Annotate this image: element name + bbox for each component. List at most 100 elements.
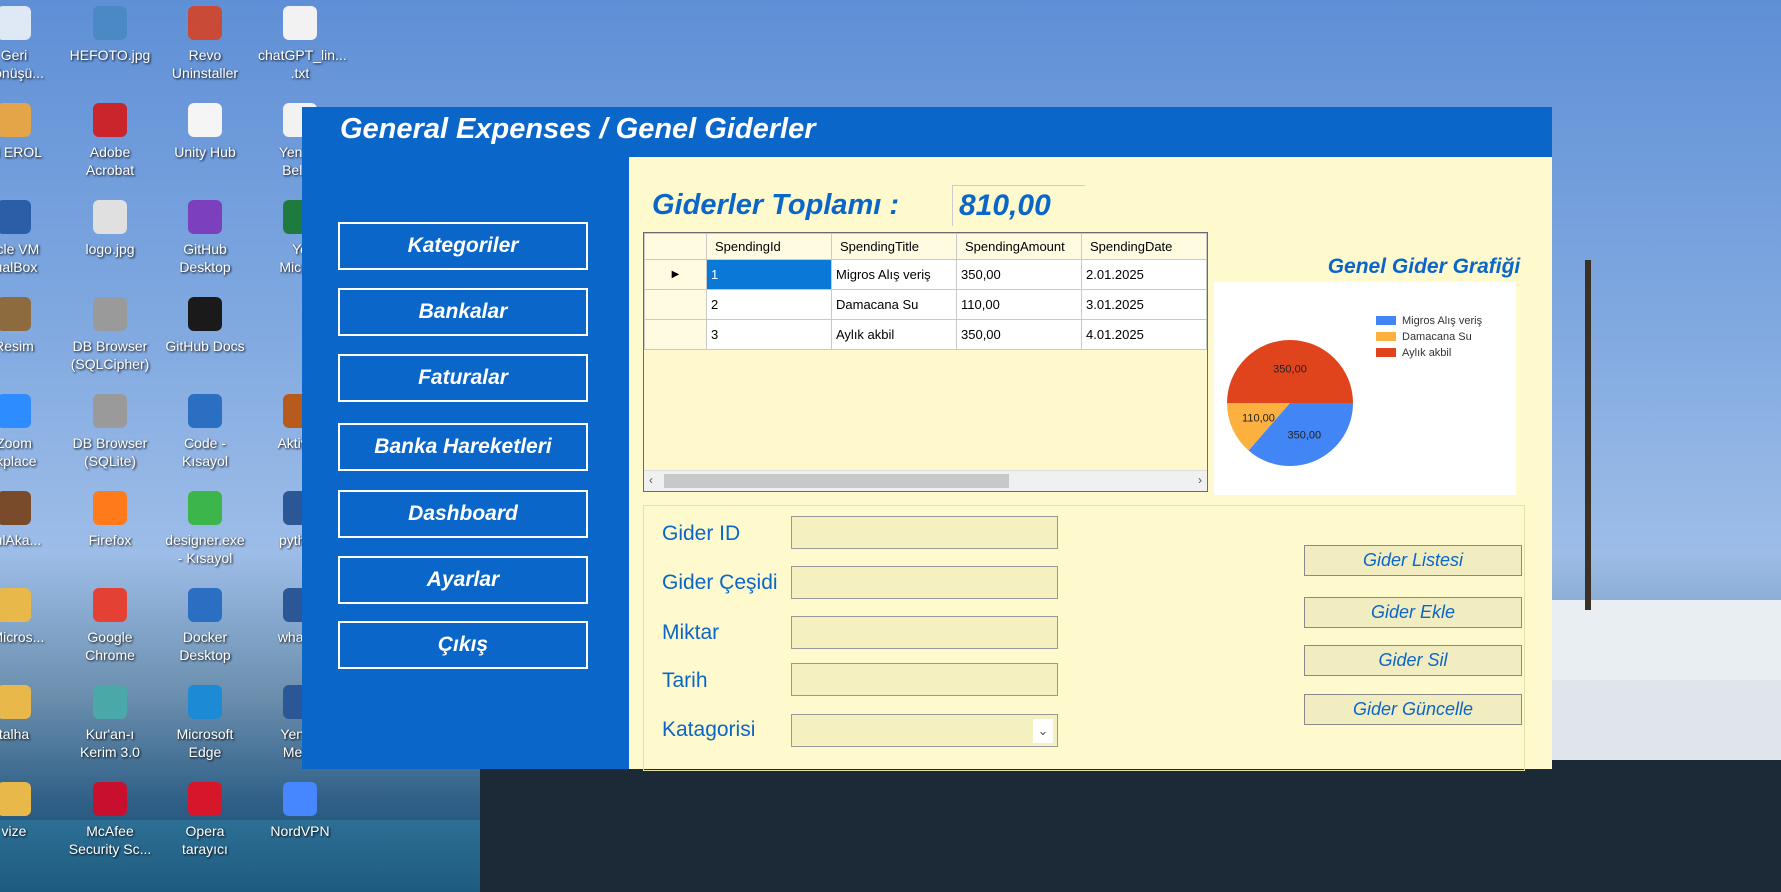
table-row[interactable]: 3 Aylık akbil 350,00 4.01.2025 — [644, 319, 1207, 350]
table-cell[interactable]: 2 — [706, 289, 832, 320]
scroll-right-icon[interactable]: › — [1198, 473, 1202, 487]
table-row[interactable]: ▶ 1 Migros Alış veriş 350,00 2.01.2025 — [644, 259, 1207, 290]
table-cell[interactable]: 2.01.2025 — [1081, 259, 1207, 290]
desktop-icon[interactable]: nMicros... — [0, 584, 56, 646]
desktop-icon-label: GitHub Docs — [165, 338, 245, 354]
desktop-icon[interactable]: HEFOTO.jpg — [68, 2, 152, 64]
table-cell[interactable]: 3.01.2025 — [1081, 289, 1207, 320]
desktop-icon[interactable]: Docker Desktop — [163, 584, 247, 664]
gider-cesidi-input[interactable] — [791, 566, 1058, 599]
sidebar-item-banka-hareketleri[interactable]: Banka Hareketleri — [338, 423, 588, 471]
desktop-icon[interactable]: bulAka... — [0, 487, 56, 549]
sidebar-item-bankalar[interactable]: Bankalar — [338, 288, 588, 336]
row-header[interactable] — [644, 289, 707, 320]
pie-chart-svg: 350,00 110,00 350,00 Migros Alış veriş Damac… — [1227, 315, 1483, 466]
desktop-icon[interactable]: Revo Uninstaller — [163, 2, 247, 82]
desktop-icon-label: Revo Uninstaller — [171, 47, 239, 81]
desktop-icon[interactable]: GitHub Desktop — [163, 196, 247, 276]
row-header[interactable] — [644, 319, 707, 350]
desktop-icon-label: Opera tarayıcı — [182, 823, 228, 857]
desktop-icon-label: acle VM tualBox — [0, 241, 40, 275]
desktop-icon[interactable]: GitHub Docs — [163, 293, 247, 355]
table-cell[interactable]: Damacana Su — [831, 289, 957, 320]
expense-form: Gider ID Gider Çeşidi Miktar Tarih Katag… — [643, 505, 1525, 771]
scrollbar-thumb[interactable] — [664, 474, 1009, 488]
gider-id-label: Gider ID — [662, 522, 741, 545]
desktop-icon[interactable]: Zoom rkplace — [0, 390, 56, 470]
desktop-icon-label: Google Chrome — [85, 629, 135, 663]
desktop-icon-label: bulAka... — [0, 532, 42, 548]
table-cell[interactable]: 1 — [706, 259, 832, 290]
desktop-icon[interactable]: Google Chrome — [68, 584, 152, 664]
desktop-icon[interactable]: Resim — [0, 293, 56, 355]
desktop-icon[interactable]: vize — [0, 778, 56, 840]
desktop-icon-label: Zoom rkplace — [0, 435, 37, 469]
row-indicator[interactable]: ▶ — [644, 259, 707, 290]
desktop-icon[interactable]: Unity Hub — [163, 99, 247, 161]
app-icon — [188, 491, 222, 525]
table-cell[interactable]: 350,00 — [956, 259, 1082, 290]
tarih-input[interactable] — [791, 663, 1058, 696]
desktop-icon[interactable]: McAfee Security Sc... — [68, 778, 152, 858]
gider-listesi-button[interactable]: Gider Listesi — [1304, 545, 1522, 576]
katagorisi-select[interactable]: ⌄ — [791, 714, 1058, 747]
gider-guncelle-button[interactable]: Gider Güncelle — [1304, 694, 1522, 725]
table-cell[interactable]: 350,00 — [956, 319, 1082, 350]
window-title: General Expenses / Genel Giderler — [340, 113, 816, 145]
desktop-icon[interactable]: talha — [0, 681, 56, 743]
desktop-icon[interactable]: Microsoft Edge — [163, 681, 247, 761]
desktop-icon-label: Adobe Acrobat — [85, 144, 135, 178]
desktop-icon-label: logo.jpg — [85, 241, 135, 257]
sidebar-item-kategoriler[interactable]: Kategoriler — [338, 222, 588, 270]
app-icon — [283, 782, 317, 816]
desktop-icon-label: HEFOTO.jpg — [69, 47, 151, 63]
sidebar-item-dashboard[interactable]: Dashboard — [338, 490, 588, 538]
table-cell[interactable]: Migros Alış veriş — [831, 259, 957, 290]
pie-slice-label: 350,00 — [1288, 430, 1322, 442]
sidebar-item-faturalar[interactable]: Faturalar — [338, 354, 588, 402]
desktop-icon[interactable]: acle VM tualBox — [0, 196, 56, 276]
desktop-icon[interactable]: designer.exe - Kısayol — [163, 487, 247, 567]
desktop-icon[interactable]: logo.jpg — [68, 196, 152, 258]
katagorisi-label: Katagorisi — [662, 718, 756, 741]
app-icon — [0, 103, 31, 137]
desktop-icon[interactable]: Kur'an-ı Kerim 3.0 — [68, 681, 152, 761]
desktop-icon[interactable]: Opera tarayıcı — [163, 778, 247, 858]
app-icon — [0, 782, 31, 816]
scroll-left-icon[interactable]: ‹ — [649, 473, 653, 487]
column-header-spending-id[interactable]: SpendingId — [706, 233, 832, 260]
sidebar-item-ayarlar[interactable]: Ayarlar — [338, 556, 588, 604]
desktop-icon[interactable]: NordVPN — [258, 778, 342, 840]
column-header-spending-date[interactable]: SpendingDate — [1081, 233, 1207, 260]
desktop-icon-label: Kur'an-ı Kerim 3.0 — [80, 726, 140, 760]
desktop-icon-label: Microsoft Edge — [176, 726, 234, 760]
desktop-icon[interactable]: Firefox — [68, 487, 152, 549]
desktop-icon-label: talha — [0, 726, 30, 742]
desktop-icon[interactable]: Code - Kısayol — [163, 390, 247, 470]
grid-corner — [644, 233, 707, 260]
gider-id-input[interactable] — [791, 516, 1058, 549]
chevron-down-icon[interactable]: ⌄ — [1033, 719, 1053, 743]
horizontal-scrollbar[interactable]: ‹ › — [644, 470, 1207, 491]
gider-sil-button[interactable]: Gider Sil — [1304, 645, 1522, 676]
desktop-icon[interactable]: chatGPT_lin... .txt — [258, 2, 347, 82]
gider-ekle-button[interactable]: Gider Ekle — [1304, 597, 1522, 628]
app-icon — [93, 6, 127, 40]
table-cell[interactable]: 3 — [706, 319, 832, 350]
app-icon — [93, 588, 127, 622]
app-icon — [0, 297, 31, 331]
desktop-icon[interactable]: DB Browser (SQLite) — [68, 390, 152, 470]
sidebar-item-cikis[interactable]: Çıkış — [338, 621, 588, 669]
desktop-icon[interactable]: DB Browser (SQLCipher) — [68, 293, 152, 373]
desktop-icon[interactable]: Geri Dönüşü... — [0, 2, 56, 82]
expenses-grid[interactable]: SpendingId SpendingTitle SpendingAmount … — [643, 232, 1208, 492]
table-cell[interactable]: Aylık akbil — [831, 319, 957, 350]
miktar-input[interactable] — [791, 616, 1058, 649]
column-header-spending-title[interactable]: SpendingTitle — [831, 233, 957, 260]
desktop-icon[interactable]: Adobe Acrobat — [68, 99, 152, 179]
table-row[interactable]: 2 Damacana Su 110,00 3.01.2025 — [644, 289, 1207, 320]
table-cell[interactable]: 4.01.2025 — [1081, 319, 1207, 350]
desktop-icon[interactable]: IN EROL — [0, 99, 56, 161]
table-cell[interactable]: 110,00 — [956, 289, 1082, 320]
column-header-spending-amount[interactable]: SpendingAmount — [956, 233, 1082, 260]
